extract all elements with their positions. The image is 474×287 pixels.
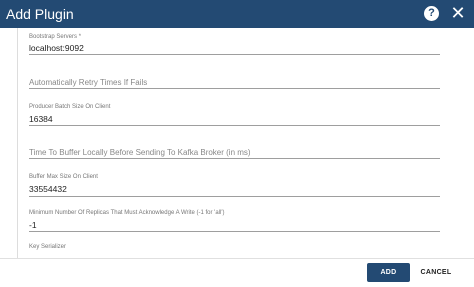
- field-underline: [29, 88, 440, 89]
- min-replicas-field[interactable]: Minimum Number Of Replicas That Must Ack…: [29, 209, 440, 232]
- key-serializer-label: Key Serializer: [29, 244, 67, 250]
- close-icon[interactable]: ✕: [450, 3, 466, 23]
- bootstrap-servers-input[interactable]: localhost:9092: [29, 43, 84, 53]
- add-plugin-dialog: Add Plugin ? ✕ Bootstrap Servers * local…: [0, 0, 474, 287]
- add-button[interactable]: ADD: [367, 263, 410, 282]
- field-underline: [29, 231, 440, 232]
- key-serializer-field[interactable]: Key Serializer: [29, 243, 440, 258]
- cancel-button[interactable]: CANCEL: [414, 263, 458, 282]
- field-underline: [29, 158, 440, 159]
- field-underline: [29, 54, 440, 55]
- buffer-time-input[interactable]: Time To Buffer Locally Before Sending To…: [29, 148, 251, 158]
- question-circle-icon[interactable]: ?: [424, 6, 439, 21]
- buffer-max-size-label: Buffer Max Size On Client: [29, 174, 98, 180]
- bootstrap-servers-field[interactable]: Bootstrap Servers * localhost:9092: [29, 33, 440, 55]
- dialog-titlebar: Add Plugin ? ✕: [0, 0, 474, 28]
- retry-times-field[interactable]: Automatically Retry Times If Fails: [29, 72, 440, 89]
- field-underline: [29, 196, 440, 197]
- buffer-time-field[interactable]: Time To Buffer Locally Before Sending To…: [29, 142, 440, 159]
- buffer-max-size-field[interactable]: Buffer Max Size On Client 33554432: [29, 173, 440, 197]
- field-underline: [29, 125, 440, 126]
- producer-batch-size-label: Producer Batch Size On Client: [29, 104, 111, 110]
- producer-batch-size-input[interactable]: 16384: [29, 114, 53, 124]
- dialog-content[interactable]: Bootstrap Servers * localhost:9092 Autom…: [0, 28, 474, 258]
- min-replicas-input[interactable]: -1: [29, 220, 37, 230]
- min-replicas-label: Minimum Number Of Replicas That Must Ack…: [29, 210, 225, 216]
- dialog-title: Add Plugin: [6, 6, 74, 22]
- bootstrap-servers-label: Bootstrap Servers *: [29, 34, 82, 40]
- producer-batch-size-field[interactable]: Producer Batch Size On Client 16384: [29, 103, 440, 126]
- content-divider: [17, 28, 18, 258]
- retry-times-input[interactable]: Automatically Retry Times If Fails: [29, 78, 147, 88]
- buffer-max-size-input[interactable]: 33554432: [29, 184, 67, 194]
- dialog-footer: ADD CANCEL: [0, 258, 474, 287]
